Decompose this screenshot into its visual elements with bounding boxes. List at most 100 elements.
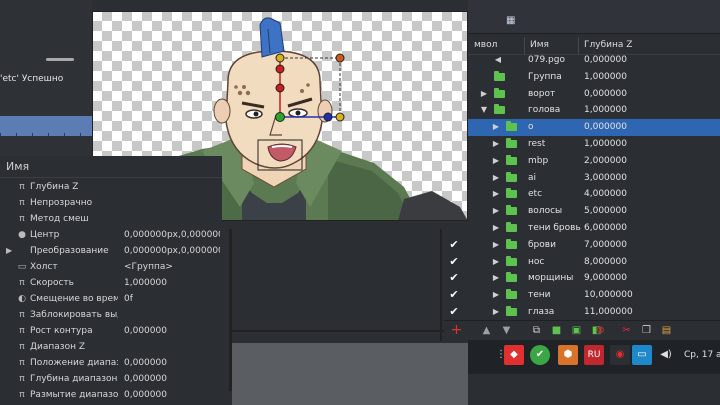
layer-name[interactable]: ворот [528,89,555,99]
panel-splitter-horizontal[interactable] [232,330,462,332]
param-value[interactable]: <Группа> [124,262,220,272]
timetrack-area[interactable] [232,343,468,405]
param-row[interactable]: ● Центр 0,000000px,0,000000px [0,228,222,244]
param-value[interactable]: 0,000000 [124,358,220,368]
delete-layer-icon[interactable]: ⊗ [594,324,607,337]
duplicate-layer-icon[interactable]: ⧉ [530,324,543,337]
layer-name[interactable]: глаза [528,307,554,317]
param-row[interactable]: π Заблокировать выдел [0,308,222,324]
expand-arrow-icon[interactable]: ▶ [492,257,500,267]
layer-row[interactable]: ▶ о 0,000000 [468,119,720,137]
param-row[interactable]: π Положение диапазона 0,000000 [0,356,222,372]
layer-name[interactable]: Группа [528,72,562,82]
expand-arrow-icon[interactable]: ▶ [492,139,500,149]
param-value[interactable]: 0f [124,294,220,304]
layer-row[interactable]: ▶ брови 7,000000 [468,237,720,254]
group-layer-icon[interactable]: ■ [550,324,563,337]
expand-arrow-icon[interactable]: ▶ [492,122,500,132]
volume-icon[interactable]: ◀) [656,345,676,365]
expand-arrow-icon[interactable]: ▶ [6,246,12,255]
layer-row[interactable]: Группа 1,000000 [468,69,720,86]
expand-arrow-icon[interactable]: ▶ [480,89,488,99]
panel-splitter-right[interactable] [440,229,442,341]
layer-name[interactable]: волосы [528,206,562,216]
layer-visibility-checkbox[interactable]: ✔ [448,238,460,251]
expand-arrow-icon[interactable]: ▶ [492,240,500,250]
col-depth[interactable]: Глубина Z [584,40,632,50]
param-row[interactable]: π Размытие диапазона 0,000000 [0,388,222,404]
layer-row[interactable]: ▶ rest 1,000000 [468,136,720,153]
package-icon[interactable]: ⬢ [558,345,578,365]
param-value[interactable]: 0,000000px,0,000000px [124,230,220,240]
param-value[interactable]: 0,000000 [124,374,220,384]
col-symbol[interactable]: мвол [474,40,497,50]
panel-grip[interactable] [46,58,74,61]
layer-row[interactable]: ▶ ai 3,000000 [468,170,720,187]
layer-name[interactable]: брови [528,240,556,250]
layer-row[interactable]: ▶ тени 10,000000 [468,287,720,304]
layer-name[interactable]: тени бровь [528,223,581,233]
timeline-strip[interactable] [0,116,92,136]
param-row[interactable]: π Непрозрачно [0,196,222,212]
cut-icon[interactable]: ✂ [620,324,633,337]
param-value[interactable]: 0,000000px,0,000000px [124,246,220,256]
layer-row[interactable]: ▼ голова 1,000000 [468,102,720,119]
screen-recorder-icon[interactable]: ◉ [610,345,630,365]
param-row[interactable]: π Глубина диапазона Z 0,000000 [0,372,222,388]
checkmark-icon[interactable]: ✔ [530,345,550,365]
raise-layer-icon[interactable]: ▲ [480,324,493,337]
layer-row[interactable]: ▶ морщины 9,000000 [468,270,720,287]
param-row[interactable]: π Глубина Z [0,180,222,196]
expand-arrow-icon[interactable]: ▶ [492,173,500,183]
layer-name[interactable]: mbp [528,156,548,166]
copy-icon[interactable]: ❐ [640,324,653,337]
encapsulate-icon[interactable]: ▣ [570,324,583,337]
expand-arrow-icon[interactable]: ▶ [492,156,500,166]
display-icon[interactable]: ▭ [632,345,652,365]
expand-arrow-icon[interactable]: ▶ [492,290,500,300]
param-row[interactable]: π Метод смеш [0,212,222,228]
lower-layer-icon[interactable]: ▼ [500,324,513,337]
layer-row[interactable]: ▶ глаза 11,000000 [468,304,720,321]
layer-name[interactable]: нос [528,257,544,267]
anydesk-icon[interactable]: ◆ [504,345,524,365]
param-value[interactable]: 0,000000 [124,390,220,400]
param-row[interactable]: π Рост контура 0,000000 [0,324,222,340]
layer-visibility-checkbox[interactable]: ✔ [448,306,460,318]
layer-name[interactable]: ai [528,173,536,183]
param-value[interactable]: 1,000000 [124,278,220,288]
param-row[interactable]: ◐ Смещение во времени 0f [0,292,222,308]
expand-arrow-icon[interactable]: ▶ [492,223,500,233]
layer-visibility-checkbox[interactable]: ✔ [448,289,460,301]
layer-name[interactable]: rest [528,139,545,149]
expand-arrow-icon[interactable]: ▶ [492,307,500,317]
keyboard-layout-indicator[interactable]: RU [584,345,604,365]
param-value[interactable]: 0,000000 [124,326,220,336]
tray-grip-icon[interactable]: ⋮ [496,345,506,365]
layer-row[interactable]: ▶ ворот 0,000000 [468,86,720,103]
layers-tab-icon[interactable]: ▦ [506,15,518,26]
collapse-arrow-icon[interactable]: ▼ [480,105,488,115]
paste-icon[interactable]: ▤ [660,324,673,337]
layer-row[interactable]: ▶ mbp 2,000000 [468,153,720,170]
expand-arrow-icon[interactable]: ▶ [492,273,500,283]
add-layer-icon[interactable]: + [450,323,463,337]
layer-name[interactable]: голова [528,105,560,115]
layer-name[interactable]: тени [528,290,551,300]
layer-row[interactable]: ▶ нос 8,000000 [468,254,720,271]
expand-arrow-icon[interactable]: ▶ [492,189,500,199]
param-row[interactable]: π Диапазон Z [0,340,222,356]
layer-name[interactable]: 079.pgo [528,55,565,65]
layer-name[interactable]: морщины [528,273,573,283]
layer-visibility-checkbox[interactable]: ✔ [448,272,460,284]
param-row[interactable]: ▭ Холст <Группа> [0,260,222,276]
layer-row[interactable]: ▶ волосы 5,000000 [468,203,720,220]
layer-row[interactable]: ▶ etc 4,000000 [468,186,720,203]
layer-row[interactable]: ◀ 079.pgo 0,000000 [468,52,720,69]
layer-name[interactable]: о [528,122,534,132]
param-row[interactable]: π Скорость 1,000000 [0,276,222,292]
layer-visibility-checkbox[interactable]: ✔ [448,255,460,268]
layer-row[interactable]: ▶ тени бровь 6,000000 [468,220,720,237]
param-row[interactable]: ▶ Преобразование 0,000000px,0,000000px [0,244,222,260]
expand-arrow-icon[interactable]: ▶ [492,206,500,216]
